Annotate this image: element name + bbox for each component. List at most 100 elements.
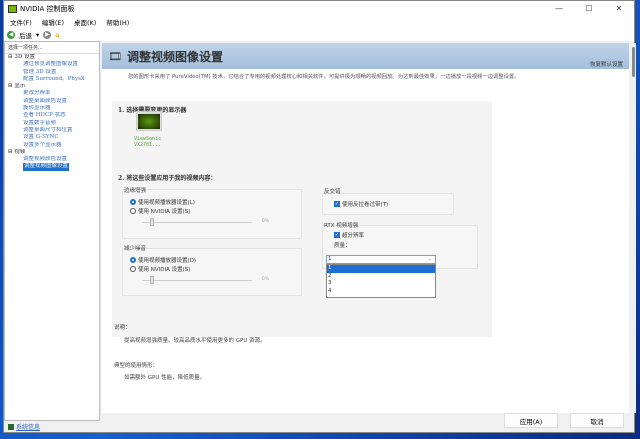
intro-text: 您的图形卡采用了 PureVideo(TM) 技术，它结合了专用的视频处理核心和… <box>128 74 520 80</box>
tree-label: 更改分辨率 <box>23 90 51 97</box>
tree-label: 调整视频颜色设置 <box>23 156 68 163</box>
task-sidebar: 选择一项任务... ⊟ 3D 设置 通过预览调整图像设置 管理 3D 设置 配置 Su… <box>4 41 100 421</box>
system-info-icon <box>8 423 14 430</box>
super-resolution-checkbox[interactable]: ✓ 超分辨率 <box>334 231 364 239</box>
noise-reduction-label: 减少噪音 <box>124 246 147 252</box>
noise-percent: 0% <box>262 277 270 282</box>
tree-label: 查看 HDCP 状态 <box>23 112 66 119</box>
menu-desktop[interactable]: 桌面(K) <box>74 17 96 27</box>
sidebar-item[interactable]: 设置 G-SYNC <box>5 134 99 141</box>
settings-panel: 1. 选择需要变更的显示器 ViewSonicVX2781... 2. 将这些设… <box>112 101 492 337</box>
sidebar-item[interactable]: 调整视频图像设置 <box>5 163 99 171</box>
quality-option[interactable]: 2 <box>327 273 435 281</box>
radio-label: 使用视频播放器设置(D) <box>138 258 197 264</box>
edge-player-radio[interactable]: 使用视频播放器设置(L) <box>130 198 195 206</box>
restore-defaults-link[interactable]: 恢复默认设置 <box>590 60 623 68</box>
tree-label: 管理 3D 设置 <box>23 68 57 75</box>
quality-selected-value: 1 <box>328 256 332 262</box>
edge-nvidia-radio[interactable]: 使用 NVIDIA 设置(S) <box>130 207 190 215</box>
usage-text: 如需额外 GPU 性能，降低质量。 <box>124 375 206 381</box>
tree-label: ⊟ 3D 设置 <box>8 54 36 60</box>
back-arrow-icon[interactable]: ◀ <box>7 30 15 39</box>
maximize-button[interactable]: ☐ <box>574 1 604 16</box>
forward-arrow-icon[interactable]: ▶ <box>43 30 52 39</box>
deinterlace-label: 反交错 <box>324 189 341 195</box>
monitor-model: VX2781... <box>134 142 162 148</box>
page-title: 调整视频图像设置 <box>126 49 223 64</box>
menu-file[interactable]: 文件(F) <box>10 17 32 27</box>
cancel-button[interactable]: 取消 <box>570 413 624 428</box>
tree-label: ⊟ 显示 <box>8 83 26 90</box>
sidebar-item[interactable]: 调整桌面颜色设置 <box>5 98 99 105</box>
radio-label: 使用 NVIDIA 设置(S) <box>138 209 191 215</box>
edge-enhancement-label: 边缘增强 <box>124 188 147 194</box>
sidebar-item[interactable]: 设置数字音频 <box>5 120 99 127</box>
video-settings-icon: 🎞 <box>108 49 122 63</box>
back-button[interactable]: 后退 <box>19 30 32 40</box>
noise-slider[interactable] <box>142 276 252 284</box>
sidebar-item[interactable]: 调整视频颜色设置 <box>5 156 99 163</box>
content-pane: 🎞 调整视频图像设置 恢复默认设置 您的图形卡采用了 PureVideo(TM)… <box>102 43 629 413</box>
monitor-icon <box>138 113 160 129</box>
tree-label: 旋转显示器 <box>23 105 51 112</box>
tree-label: 调整桌面尺寸和位置 <box>23 126 73 133</box>
description-text: 提高视频增强质量。较高品质水平使用更多的 GPU 资源。 <box>124 338 266 344</box>
close-button[interactable]: ✕ <box>604 1 634 16</box>
title-bar: NVIDIA 控制面板 — ☐ ✕ <box>4 1 634 16</box>
menu-help[interactable]: 帮助(H) <box>106 17 129 27</box>
toolbar: ◀ 后退 ▾ ▶ ⌂ <box>4 28 634 41</box>
sidebar-item[interactable]: 通过预览调整图像设置 <box>5 61 99 68</box>
sidebar-item[interactable]: 配置 Surround、PhysX <box>5 76 99 83</box>
quality-option[interactable]: 3 <box>327 280 435 288</box>
tree-label: 调整视频图像设置 <box>23 163 70 171</box>
chevron-down-icon: ⌄ <box>427 256 432 262</box>
tree-category[interactable]: ⊟ 3D 设置 <box>5 54 99 61</box>
menu-bar: 文件(F) 编辑(E) 桌面(K) 帮助(H) <box>4 16 634 28</box>
sidebar-item[interactable]: 查看 HDCP 状态 <box>5 112 99 119</box>
sidebar-item[interactable]: 旋转显示器 <box>5 105 99 112</box>
monitor-label[interactable]: ViewSonic VX2781... <box>134 136 161 148</box>
apply-button[interactable]: 应用(A) <box>504 413 558 428</box>
task-tree: ⊟ 3D 设置 通过预览调整图像设置 管理 3D 设置 配置 Surround、Phy… <box>5 54 99 171</box>
tree-label: ⊟ 视频 <box>8 148 26 155</box>
sidebar-item[interactable]: 更改分辨率 <box>5 90 99 97</box>
radio-label: 使用视频播放器设置(L) <box>138 200 195 206</box>
tree-category[interactable]: ⊟ 显示 <box>5 83 99 90</box>
tree-label: 设置 G-SYNC <box>23 134 59 141</box>
sidebar-header: 选择一项任务... <box>5 42 99 54</box>
home-icon[interactable]: ⌂ <box>55 31 59 39</box>
tree-category[interactable]: ⊟ 视频 <box>5 149 99 156</box>
quality-option[interactable]: 1 <box>327 265 435 273</box>
noise-player-radio[interactable]: 使用视频播放器设置(D) <box>130 256 196 264</box>
noise-nvidia-radio[interactable]: 使用 NVIDIA 设置(S) <box>130 265 190 273</box>
usage-label: 典型的使用情形： <box>114 363 159 369</box>
inverse-telecine-checkbox[interactable]: ✓ 使用反拉卷过带(T) <box>334 200 388 208</box>
description-label: 说明： <box>114 325 131 331</box>
quality-option[interactable]: 4 <box>327 288 435 296</box>
content-scrollbar[interactable] <box>631 43 636 413</box>
tree-label: 调整桌面颜色设置 <box>23 97 68 104</box>
sidebar-item[interactable]: 调整桌面尺寸和位置 <box>5 127 99 134</box>
sidebar-item[interactable]: 管理 3D 设置 <box>5 69 99 76</box>
checkbox-label: 超分辨率 <box>342 233 365 239</box>
edge-slider[interactable] <box>142 218 252 226</box>
window-title: NVIDIA 控制面板 <box>20 4 75 13</box>
menu-edit[interactable]: 编辑(E) <box>42 17 64 27</box>
slider-thumb[interactable] <box>150 218 154 226</box>
tree-label: 通过预览调整图像设置 <box>23 61 79 68</box>
sidebar-item[interactable]: 设置多个显示器 <box>5 142 99 149</box>
tree-label: 配置 Surround、PhysX <box>23 75 85 82</box>
quality-dropdown-list: 1 2 3 4 <box>326 264 436 298</box>
system-info-link[interactable]: 系统信息 <box>8 422 40 431</box>
edge-percent: 0% <box>262 219 270 224</box>
back-dropdown-icon[interactable]: ▾ <box>36 31 39 39</box>
scrollbar-thumb[interactable] <box>632 47 635 77</box>
page-banner: 🎞 调整视频图像设置 恢复默认设置 <box>102 43 629 69</box>
slider-thumb[interactable] <box>150 276 154 284</box>
monitor-viewsonic[interactable] <box>136 111 162 131</box>
tree-label: 设置数字音频 <box>23 119 57 126</box>
system-info-label[interactable]: 系统信息 <box>16 422 40 431</box>
minimize-button[interactable]: — <box>544 1 574 16</box>
quality-select[interactable]: 1 ⌄ <box>326 255 436 264</box>
nvidia-control-panel-window: NVIDIA 控制面板 — ☐ ✕ 文件(F) 编辑(E) 桌面(K) 帮助(H… <box>3 0 636 433</box>
